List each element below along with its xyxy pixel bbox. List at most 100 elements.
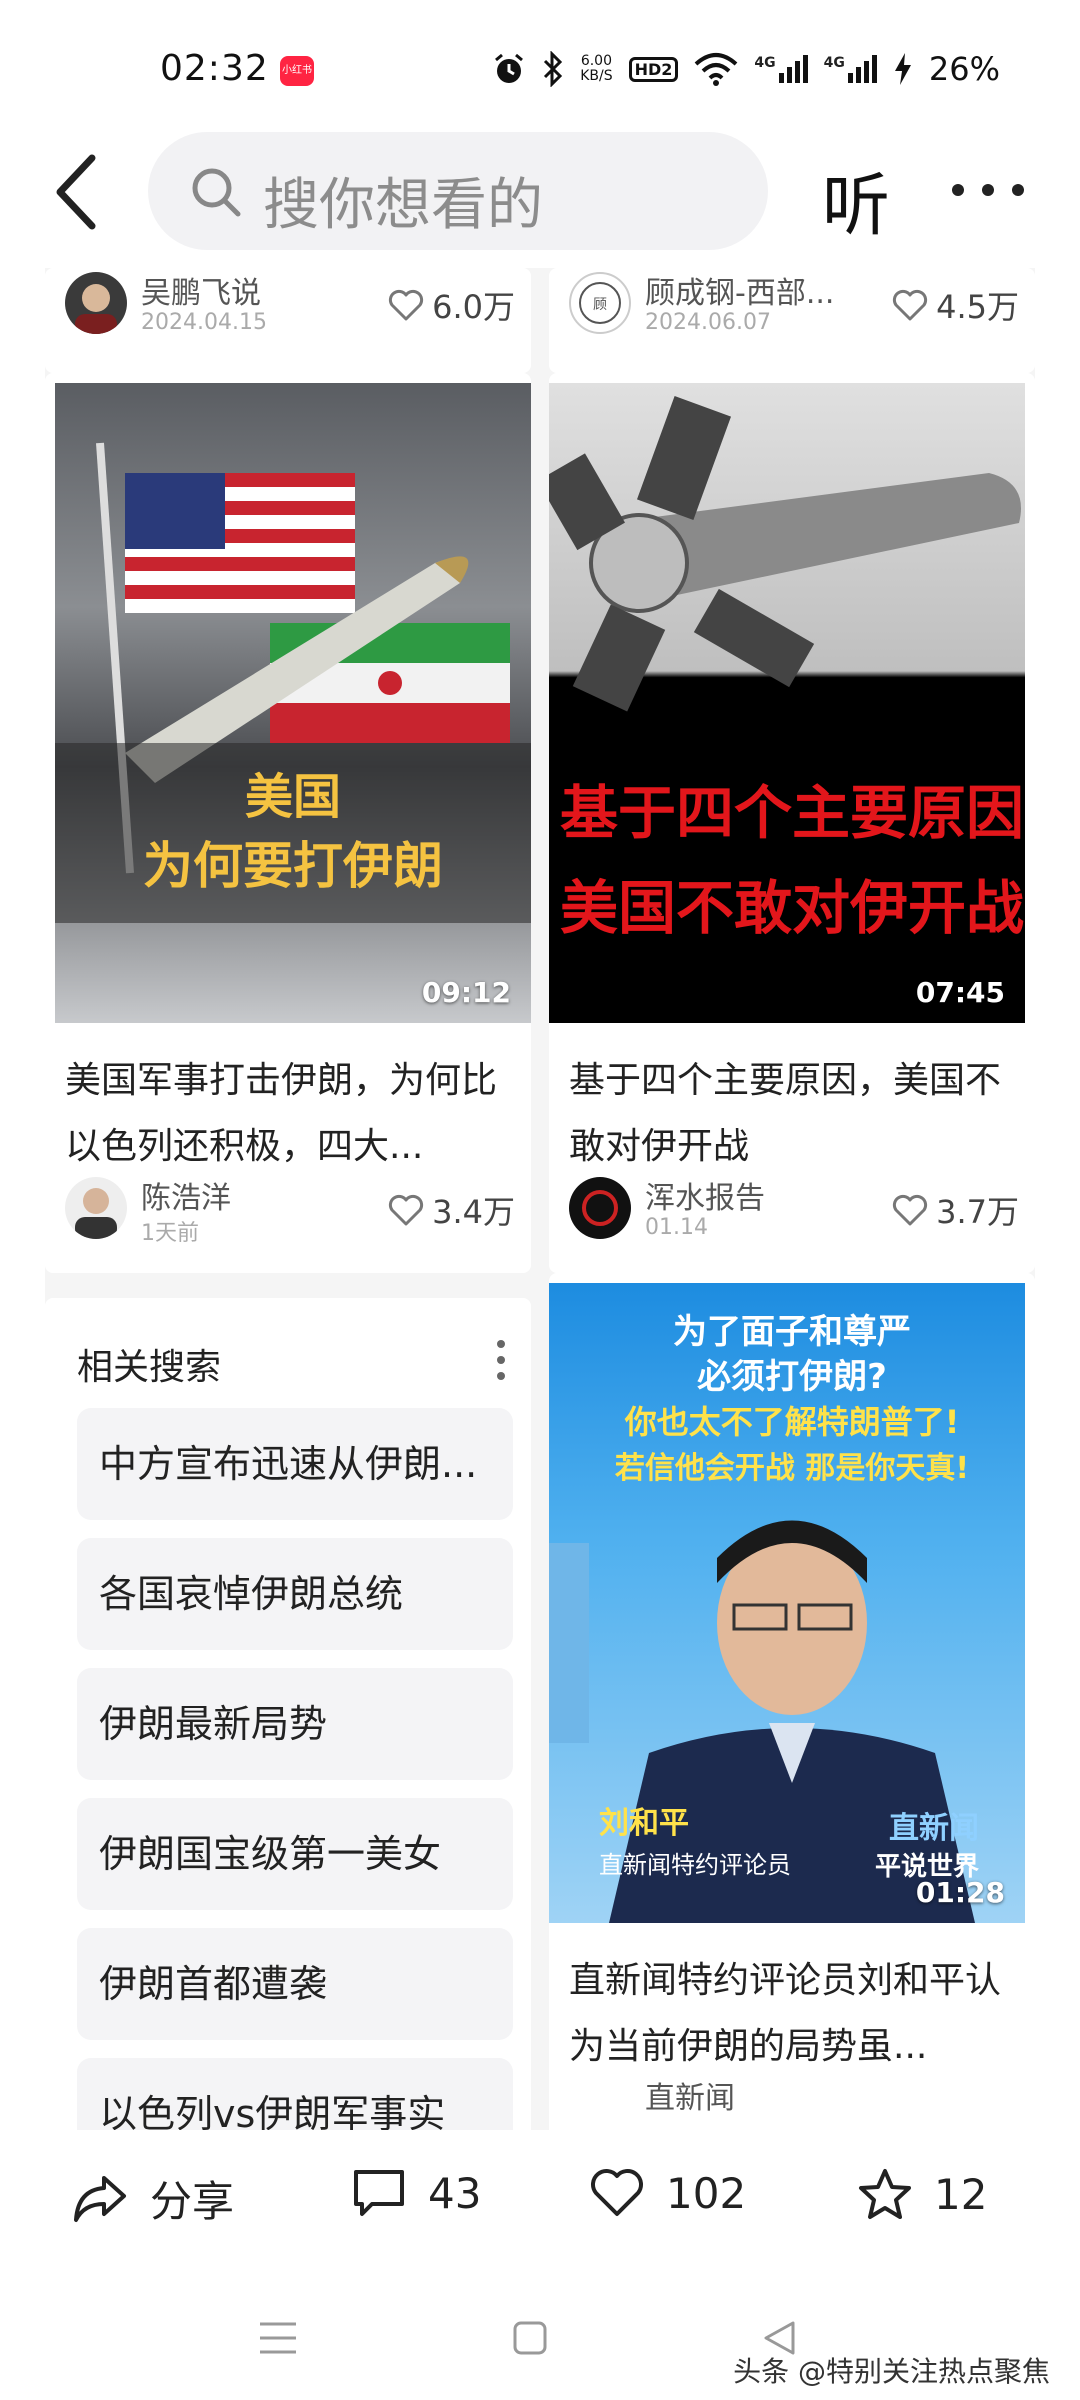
wifi-icon [695,53,738,86]
like-count[interactable]: 4.5万 [892,282,1019,328]
card-meta: 吴鹏飞说 2024.04.15 6.0万 [65,268,515,338]
like-count[interactable]: 3.7万 [892,1187,1019,1233]
video-thumbnail[interactable]: 美国 为何要打伊朗 09:12 [55,383,531,1023]
heart-icon [591,2169,643,2216]
related-search-item[interactable]: 以色列vs伊朗军事实 [77,2058,513,2130]
card-meta: 直新闻 [569,2073,1019,2130]
search-icon [192,168,241,217]
feed-card[interactable]: 美国 为何要打伊朗 09:12 美国军事打击伊朗，为何比以色列还积极，四大...… [45,373,531,1273]
app-notification-icon: 小红书 [280,56,314,86]
hd-voice-icon: HD2 [628,56,679,82]
search-input[interactable]: 搜你想看的 [148,132,768,250]
video-thumbnail[interactable]: 为了面子和尊严 必须打伊朗? 你也太不了解特朗普了! 若信他会开战 那是你天真!… [549,1283,1025,1923]
home-icon[interactable] [512,2320,548,2356]
avatar[interactable]: 顾 [569,272,631,334]
net-speed: 6.00 KB/S [580,53,613,84]
author-name[interactable]: 浑水报告 [645,1173,765,1217]
publish-date: 1天前 [141,1221,199,1246]
author-name[interactable]: 陈浩洋 [141,1173,231,1217]
avatar[interactable] [65,1177,127,1239]
heart-icon [893,289,928,321]
heart-icon [893,1194,928,1226]
card-title[interactable]: 直新闻特约评论员刘和平认为当前伊朗的局势虽... [569,1948,1019,2080]
feed-card[interactable]: 基于四个主要原因 美国不敢对伊开战 07:45 基于四个主要原因，美国不敢对伊开… [549,373,1035,1273]
favorite-button[interactable]: 12 [858,2168,987,2220]
card-title[interactable]: 基于四个主要原因，美国不敢对伊开战 [569,1048,1019,1180]
like-count[interactable]: 6.0万 [388,282,515,328]
feed-card[interactable]: 顾 顾成钢-西部... 2024.06.07 4.5万 [549,268,1035,373]
video-duration: 07:45 [915,976,1005,1009]
author-name[interactable]: 直新闻 [645,2073,735,2117]
thumb-caption-2: 必须打伊朗? [697,1357,887,1397]
lower-third-name: 刘和平 [599,1806,689,1841]
comment-icon [354,2170,404,2216]
top-nav: 搜你想看的 听 [0,130,1080,255]
feed: 吴鹏飞说 2024.04.15 6.0万 美国 为何要打伊朗 09:12 美国军… [45,268,1035,2130]
thumb-caption-4: 若信他会开战 那是你天真! [615,1451,969,1486]
comment-count: 43 [428,2168,482,2218]
more-icon[interactable] [950,178,1026,202]
charging-icon [894,53,911,85]
system-nav-bar: 头条 @特别关注热点聚焦 [0,2290,1080,2400]
video-duration: 09:12 [421,976,511,1009]
author-name[interactable]: 顾成钢-西部... [645,268,834,312]
favorite-count: 12 [934,2169,988,2219]
status-bar: 02:32 小红书 6.00 KB/S HD2 4G 4G 26% [0,0,1080,130]
thumbnail-artwork: 美国 为何要打伊朗 [55,442,531,923]
card-meta: 浑水报告 01.14 3.7万 [569,1173,1019,1243]
back-icon[interactable] [50,152,110,232]
lower-third-role: 直新闻特约评论员 [599,1851,791,1879]
publish-date: 2024.04.15 [141,310,267,335]
card-meta: 陈浩洋 1天前 3.4万 [65,1173,515,1246]
watermark: 头条 @特别关注热点聚焦 [733,2355,1050,2388]
card-title[interactable]: 美国军事打击伊朗，为何比以色列还积极，四大... [65,1048,515,1180]
like-count[interactable]: 3.4万 [388,1187,515,1233]
video-duration: 01:28 [915,1876,1005,1909]
thumbnail-artwork: 基于四个主要原因 美国不敢对伊开战 [549,396,1024,942]
signal-icon-2: 4G [824,55,877,83]
bluetooth-icon [544,51,563,87]
us-flag-graphic [125,473,355,613]
missile-graphic [549,396,1021,712]
thumb-caption-1: 基于四个主要原因 [560,779,1024,847]
share-button[interactable]: 分享 [72,2168,234,2229]
share-icon [74,2175,126,2222]
battery-percent: 26% [928,50,1000,88]
like-button[interactable]: 102 [590,2168,746,2218]
channel-logo: 直新闻 [889,1811,979,1846]
publish-date: 01.14 [645,1215,708,1240]
video-thumbnail[interactable]: 基于四个主要原因 美国不敢对伊开战 07:45 [549,383,1025,1023]
publish-date: 2024.06.07 [645,310,771,335]
listen-button[interactable]: 听 [822,150,890,249]
feed-column-left: 吴鹏飞说 2024.04.15 6.0万 美国 为何要打伊朗 09:12 美国军… [45,268,531,2130]
svg-text:顾: 顾 [593,297,607,313]
thumb-caption-2: 为何要打伊朗 [143,837,443,895]
heart-icon [389,289,424,321]
status-icons: 6.00 KB/S HD2 4G 4G 26% [492,50,1000,88]
search-placeholder: 搜你想看的 [263,173,543,238]
feed-card[interactable]: 吴鹏飞说 2024.04.15 6.0万 [45,268,531,373]
share-label: 分享 [150,2177,235,2226]
thumb-caption-2: 美国不敢对伊开战 [560,874,1024,942]
related-search-item[interactable]: 中方宣布迅速从伊朗... [77,1408,513,1520]
related-search-item[interactable]: 伊朗国宝级第一美女 [77,1798,513,1910]
card-meta: 顾 顾成钢-西部... 2024.06.07 4.5万 [569,268,1019,338]
thumb-caption-1: 为了面子和尊严 [673,1312,911,1352]
more-vertical-icon[interactable] [491,1336,511,1386]
related-search-item[interactable]: 伊朗首都遭袭 [77,1928,513,2040]
related-searches-title: 相关搜索 [77,1347,222,1388]
alarm-icon [495,53,524,83]
avatar[interactable] [569,1177,631,1239]
related-search-item[interactable]: 伊朗最新局势 [77,1668,513,1780]
author-name[interactable]: 吴鹏飞说 [141,268,261,312]
feed-card[interactable]: 为了面子和尊严 必须打伊朗? 你也太不了解特朗普了! 若信他会开战 那是你天真!… [549,1273,1035,2130]
like-total: 102 [666,2168,747,2218]
avatar[interactable] [65,272,127,334]
thumb-caption-1: 美国 [245,769,341,825]
feed-column-right: 顾 顾成钢-西部... 2024.06.07 4.5万 基于四个主要原因 美国不… [549,268,1035,2130]
menu-icon[interactable] [258,2320,298,2356]
heart-icon [389,1194,424,1226]
comment-button[interactable]: 43 [352,2168,481,2218]
thumb-caption-3: 你也太不了解特朗普了! [624,1403,960,1441]
related-search-item[interactable]: 各国哀悼伊朗总统 [77,1538,513,1650]
